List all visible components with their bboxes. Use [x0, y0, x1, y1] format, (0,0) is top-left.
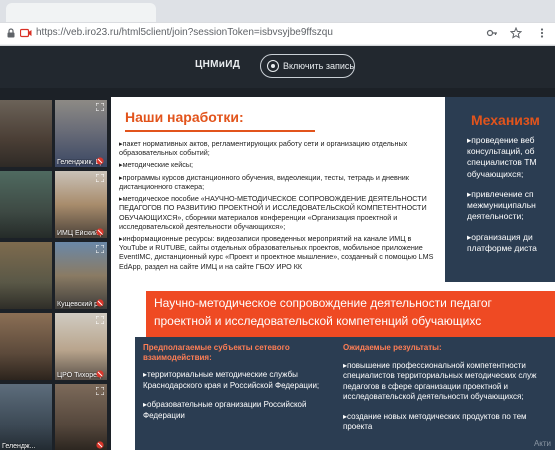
slide-heading-text: Наши наработки:: [125, 109, 244, 125]
slide-heading-left: Наши наработки:: [125, 109, 315, 132]
record-icon: [267, 60, 279, 72]
heading-underline: [125, 130, 315, 132]
screen: https://veb.iro23.ru/html5client/join?se…: [0, 0, 555, 450]
results-item: создание новых методических продуктов по…: [343, 412, 553, 433]
work-item: информационные ресурсы: видеозаписи пров…: [119, 234, 439, 271]
mechanism-item: проведение веб консультаций, об специали…: [467, 135, 555, 180]
participant-tile[interactable]: [0, 313, 52, 380]
subjects-item: образовательные организации Российской Ф…: [143, 400, 343, 421]
presentation-slide: Наши наработки: пакет нормативных актов,…: [111, 97, 555, 450]
expand-icon[interactable]: [96, 245, 104, 253]
conference-toolbar: ЦНМиИД Включить запись: [0, 46, 555, 88]
participant-tile[interactable]: Геленджик, Ц...: [55, 100, 107, 167]
record-label: Включить запись: [283, 61, 355, 71]
subjects-item: территориальные методические службы Крас…: [143, 370, 343, 391]
participant-tile[interactable]: Гелендж...: [0, 384, 52, 450]
mechanism-list: проведение веб консультаций, об специали…: [467, 135, 555, 263]
participant-tile[interactable]: [0, 100, 52, 167]
mic-muted-icon: [96, 228, 104, 236]
work-item: методическое пособие «НАУЧНО-МЕТОДИЧЕСКО…: [119, 194, 439, 231]
results-heading: Ожидаемые результаты:: [343, 343, 442, 352]
record-button[interactable]: Включить запись: [260, 54, 355, 78]
participant-tile[interactable]: [55, 384, 107, 450]
mic-muted-icon: [96, 441, 104, 449]
mic-muted-icon: [96, 157, 104, 165]
mic-muted-icon: [96, 370, 104, 378]
activation-watermark: Акти: [533, 439, 551, 448]
results-column: Ожидаемые результаты: повышение професси…: [343, 343, 553, 442]
star-icon[interactable]: [510, 27, 522, 39]
participant-tile[interactable]: ЦРО Тихорец...: [55, 313, 107, 380]
participant-tile[interactable]: [0, 242, 52, 309]
expand-icon[interactable]: [96, 103, 104, 111]
mechanism-item: организация ди платформе диста: [467, 232, 555, 254]
mechanism-panel: Механизм проведение веб консультаций, об…: [445, 97, 555, 282]
room-title: ЦНМиИД: [195, 59, 241, 70]
browser-chrome: https://veb.iro23.ru/html5client/join?se…: [0, 0, 555, 46]
slide-banner: Научно-методическое сопровождение деятел…: [146, 291, 555, 337]
banner-line: проектной и исследовательской компетенци…: [154, 314, 482, 329]
url-text: https://veb.iro23.ru/html5client/join?se…: [36, 27, 333, 38]
expand-icon[interactable]: [96, 316, 104, 324]
menu-icon[interactable]: [536, 27, 548, 39]
results-item: повышение профессиональной компетентност…: [343, 361, 553, 403]
tab-strip: [0, 0, 555, 22]
subjects-column: Предполагаемые субъекты сетевого взаимод…: [143, 343, 343, 430]
mechanism-item: привлечение сп межмуниципальн деятельнос…: [467, 189, 555, 223]
participant-tile[interactable]: [0, 171, 52, 238]
participant-name: Гелендж...: [2, 443, 36, 450]
browser-tab[interactable]: [6, 3, 156, 22]
banner-line: Научно-методическое сопровождение деятел…: [154, 296, 492, 310]
address-bar[interactable]: https://veb.iro23.ru/html5client/join?se…: [0, 22, 555, 44]
expand-icon[interactable]: [96, 174, 104, 182]
work-item: методические кейсы;: [119, 160, 439, 169]
camera-icon[interactable]: [20, 28, 32, 38]
participant-tile[interactable]: Кущевский ра...: [55, 242, 107, 309]
work-item: программы курсов дистанционного обучения…: [119, 173, 439, 191]
work-list: пакет нормативных актов, регламентирующи…: [119, 139, 439, 274]
subjects-heading: Предполагаемые субъекты сетевого взаимод…: [143, 343, 290, 362]
work-item: пакет нормативных актов, регламентирующи…: [119, 139, 439, 157]
key-icon[interactable]: [486, 27, 498, 39]
participant-tile[interactable]: ИМЦ Ейский р...: [55, 171, 107, 238]
mechanism-heading: Механизм: [471, 112, 540, 128]
participant-strip: Геленджик, Ц... ИМЦ Ейский р... Кущевски…: [0, 100, 107, 450]
bottom-panel: Предполагаемые субъекты сетевого взаимод…: [135, 337, 555, 450]
lock-icon[interactable]: [6, 28, 16, 38]
expand-icon[interactable]: [96, 387, 104, 395]
mic-muted-icon: [96, 299, 104, 307]
